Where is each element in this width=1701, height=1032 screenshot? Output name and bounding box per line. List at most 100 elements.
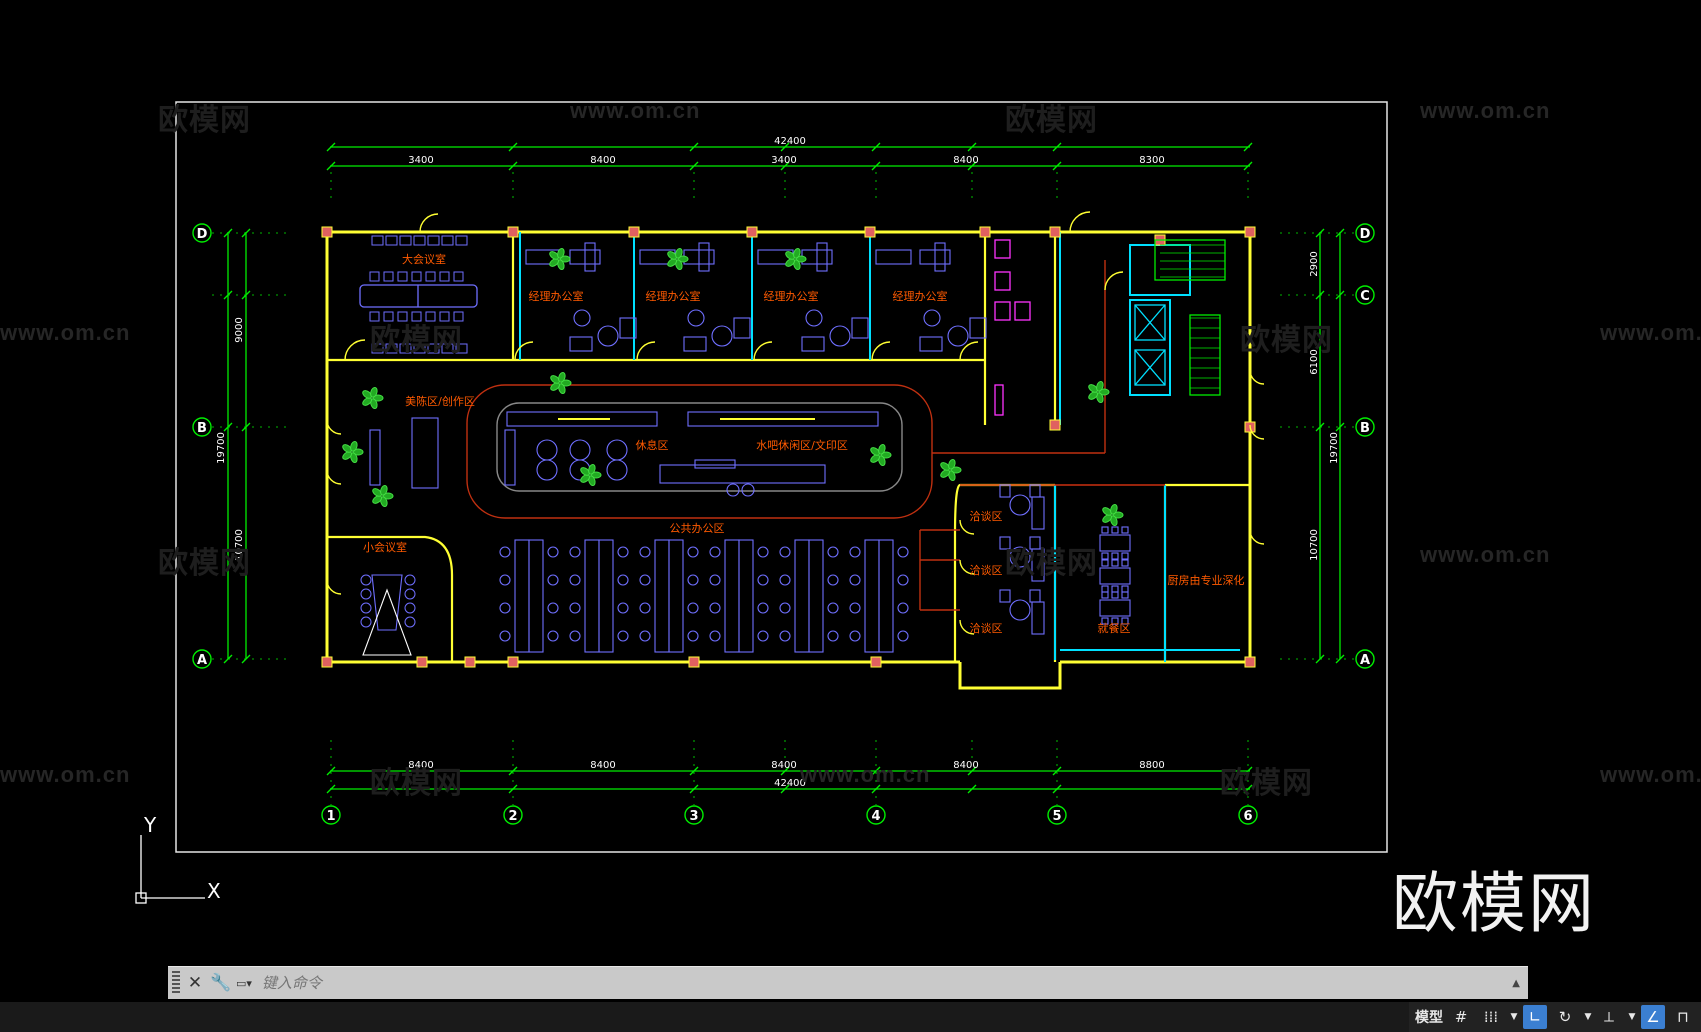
wrench-icon[interactable]: 🔧	[210, 970, 232, 996]
chair	[383, 271, 394, 282]
chair	[897, 574, 909, 586]
snap-grid-icon[interactable]: ⁞⁞⁞	[1479, 1005, 1503, 1029]
dim-bottom-2: 8400	[590, 760, 615, 771]
dim-overall-top: 42400	[774, 136, 806, 147]
chair	[897, 546, 909, 558]
column-pillar	[507, 656, 519, 668]
watermark-url: www.om.cn	[570, 98, 701, 123]
object-snap-tracking-icon[interactable]: ∠	[1641, 1005, 1665, 1029]
rest-area-furniture	[504, 411, 879, 497]
chair	[569, 574, 581, 586]
ucs-x-label: X	[207, 879, 221, 903]
watermark-brand: 欧模网	[1005, 547, 1098, 580]
round-table	[711, 325, 733, 347]
desk	[584, 539, 600, 653]
chair	[617, 574, 629, 586]
chair	[360, 588, 372, 600]
chair	[427, 235, 440, 246]
drag-handle[interactable]	[172, 971, 180, 995]
chair	[757, 574, 769, 586]
chair	[499, 546, 511, 558]
chair	[849, 630, 861, 642]
command-prompt-icon[interactable]: ▭▾	[236, 977, 252, 990]
isometric-icon[interactable]: ⟂	[1597, 1005, 1621, 1029]
dim-top-3: 3400	[771, 155, 796, 166]
desk	[864, 539, 880, 653]
chair	[849, 602, 861, 614]
grid-icon[interactable]: #	[1449, 1005, 1473, 1029]
sofa	[733, 317, 751, 339]
chair	[1121, 552, 1129, 560]
display-area-furniture	[369, 417, 439, 489]
column-pillar	[1049, 419, 1061, 431]
chair	[360, 602, 372, 614]
chevron-down-icon[interactable]: ▼	[1509, 1005, 1519, 1029]
lineweight-icon[interactable]: ⊓	[1671, 1005, 1695, 1029]
grid-label-3: 3	[689, 809, 698, 824]
dim-bottom-5: 8800	[1139, 760, 1164, 771]
room-label-negotiation-3: 洽谈区	[970, 622, 1003, 635]
desk	[668, 539, 684, 653]
chair	[779, 602, 791, 614]
desk	[808, 539, 824, 653]
chair	[1121, 526, 1129, 534]
chair	[547, 546, 559, 558]
chair	[547, 602, 559, 614]
chair	[573, 309, 591, 327]
chair	[827, 546, 839, 558]
chevron-down-icon[interactable]: ▼	[1583, 1005, 1593, 1029]
chair	[569, 630, 581, 642]
chair	[455, 235, 468, 246]
door-swing	[1104, 271, 1124, 291]
grid-label-A-right: A	[1360, 653, 1370, 668]
room-label-display: 美陈区/创作区	[405, 394, 475, 408]
dim-bottom-4: 8400	[953, 760, 978, 771]
polar-tracking-icon[interactable]: ↻	[1553, 1005, 1577, 1029]
dim-top-2: 8400	[590, 155, 615, 166]
door-swing	[326, 469, 342, 485]
command-line[interactable]: ✕ 🔧 ▭▾ ▲	[168, 966, 1528, 999]
watermark-url: www.om.cn	[800, 762, 931, 787]
desk	[794, 539, 810, 653]
command-input[interactable]	[259, 973, 1384, 993]
room-label-negotiation-2: 洽谈区	[970, 564, 1003, 577]
chair	[453, 271, 464, 282]
chair	[1111, 559, 1119, 567]
cabinet	[934, 242, 946, 272]
column-pillar	[746, 226, 758, 238]
chevron-up-icon[interactable]: ▲	[1512, 978, 1520, 989]
desk	[514, 539, 530, 653]
dining-table	[1099, 599, 1131, 617]
chair	[1029, 589, 1041, 603]
grid-label-D-left: D	[197, 227, 208, 242]
chair	[1111, 585, 1119, 593]
grid-label-B-right: B	[1360, 421, 1370, 436]
grid-label-1: 1	[326, 809, 335, 824]
chair	[639, 602, 651, 614]
desk	[654, 539, 670, 653]
chevron-down-icon[interactable]: ▼	[1627, 1005, 1637, 1029]
close-icon[interactable]: ✕	[184, 970, 206, 996]
ortho-icon[interactable]: ∟	[1523, 1005, 1547, 1029]
column-pillar	[1049, 226, 1061, 238]
chair	[1029, 484, 1041, 498]
column-pillar	[321, 656, 333, 668]
dim-top-4: 8400	[953, 155, 978, 166]
room-label-conference: 大会议室	[402, 252, 446, 266]
dim-right-4: 10700	[1309, 529, 1320, 561]
chair	[404, 602, 416, 614]
cabinet	[816, 242, 828, 272]
column-pillar	[507, 226, 519, 238]
cabinet	[584, 242, 596, 272]
dimension-lines	[227, 146, 1341, 790]
chair	[499, 630, 511, 642]
sofa	[1031, 601, 1045, 635]
chair	[709, 630, 721, 642]
chair	[360, 574, 372, 586]
column-pillar	[1244, 226, 1256, 238]
model-tab[interactable]: 模型	[1415, 1005, 1443, 1029]
column-pillar	[870, 656, 882, 668]
watermark-url: www.om.cn	[1600, 320, 1701, 345]
chair	[569, 602, 581, 614]
desk	[875, 249, 912, 265]
